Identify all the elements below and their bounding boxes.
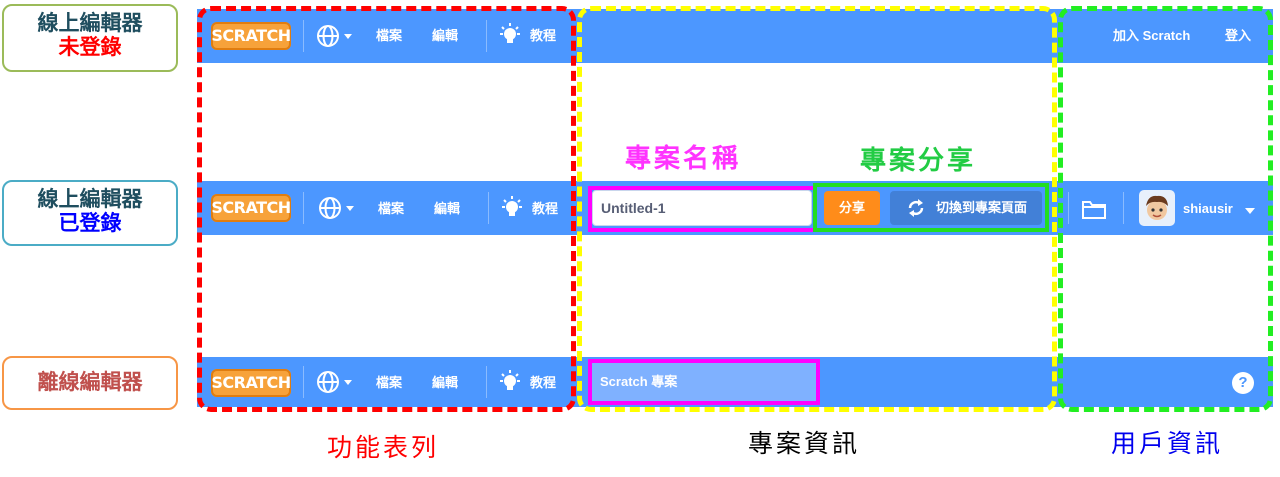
user-info-group-box xyxy=(1058,6,1273,412)
label-offline: 離線編輯器 xyxy=(2,356,178,410)
label-line2: 已登錄 xyxy=(58,212,122,235)
menu-caption: 功能表列 xyxy=(327,433,440,462)
project-share-annotation: 專案分享 xyxy=(860,146,977,176)
project-info-group-box xyxy=(577,6,1057,412)
label-line2: 未登錄 xyxy=(58,36,122,59)
menu-group-box xyxy=(197,6,576,412)
label-line1: 線上編輯器 xyxy=(37,188,143,211)
project-info-caption: 專案資訊 xyxy=(748,429,861,458)
project-name-annotation: 專案名稱 xyxy=(625,144,742,174)
user-info-caption: 用戶資訊 xyxy=(1111,429,1224,458)
label-online-guest: 線上編輯器 未登錄 xyxy=(2,4,178,72)
label-online-logged: 線上編輯器 已登錄 xyxy=(2,180,178,246)
label-line1: 線上編輯器 xyxy=(37,12,143,35)
label-line1: 離線編輯器 xyxy=(37,371,143,394)
